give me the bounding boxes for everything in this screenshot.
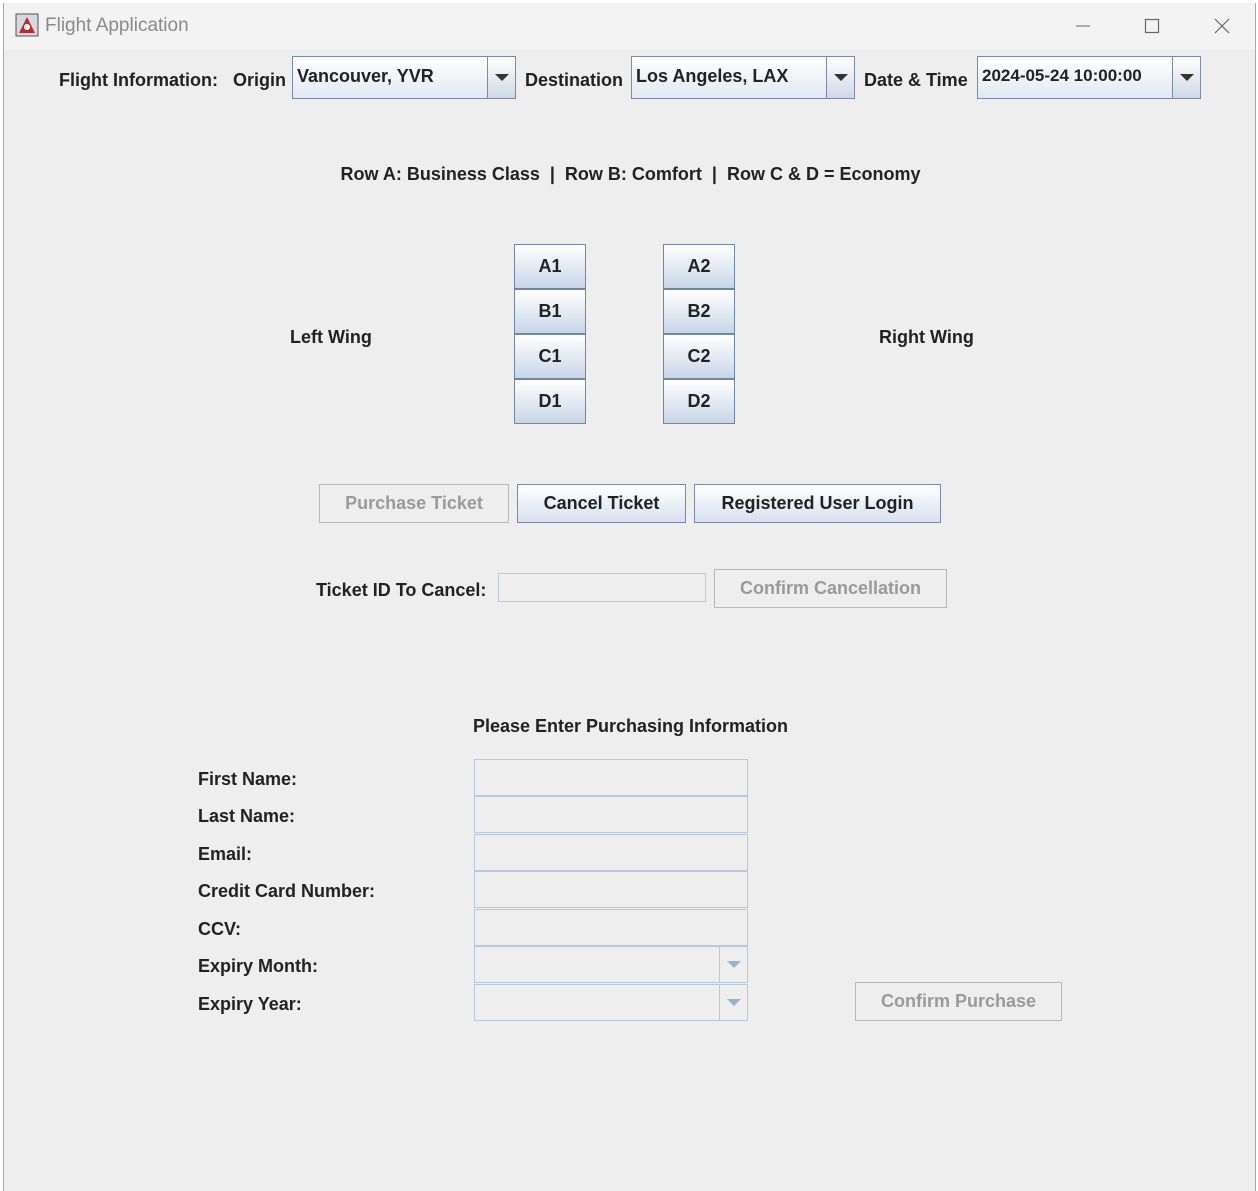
seat-c2-button[interactable]: C2 xyxy=(663,334,735,379)
purchase-form-heading: Please Enter Purchasing Information xyxy=(472,716,789,736)
title-bar: Flight Application xyxy=(4,3,1255,49)
window-title: Flight Application xyxy=(45,15,189,36)
seat-c1-button[interactable]: C1 xyxy=(514,334,586,379)
seat-d2-button[interactable]: D2 xyxy=(663,379,735,424)
email-input[interactable] xyxy=(474,834,748,871)
chevron-down-icon[interactable] xyxy=(487,57,515,98)
ticket-id-label: Ticket ID To Cancel: xyxy=(316,580,487,600)
origin-value: Vancouver, YVR xyxy=(297,66,434,86)
chevron-down-icon[interactable] xyxy=(719,947,747,982)
registered-user-login-button[interactable]: Registered User Login xyxy=(694,484,941,523)
seat-d1-button[interactable]: D1 xyxy=(514,379,586,424)
chevron-down-icon[interactable] xyxy=(719,985,747,1020)
first-name-input[interactable] xyxy=(474,759,748,796)
purchase-ticket-button[interactable]: Purchase Ticket xyxy=(319,484,509,523)
expiry-year-label: Expiry Year: xyxy=(198,994,302,1014)
email-label: Email: xyxy=(198,844,253,864)
chevron-down-icon[interactable] xyxy=(1172,57,1200,98)
expiry-month-select[interactable] xyxy=(474,946,748,983)
seat-a2-button[interactable]: A2 xyxy=(663,244,735,289)
ccv-input[interactable] xyxy=(474,909,748,946)
seat-b2-button[interactable]: B2 xyxy=(663,289,735,334)
datetime-value: 2024-05-24 10:00:00 xyxy=(982,66,1142,85)
datetime-select[interactable]: 2024-05-24 10:00:00 xyxy=(977,56,1201,99)
first-name-label: First Name: xyxy=(198,769,298,789)
last-name-input[interactable] xyxy=(474,796,748,833)
origin-label: Origin xyxy=(233,70,286,90)
expiry-month-label: Expiry Month: xyxy=(198,956,318,976)
seat-a1-button[interactable]: A1 xyxy=(514,244,586,289)
left-wing-label: Left Wing xyxy=(290,327,372,347)
destination-select[interactable]: Los Angeles, LAX xyxy=(631,56,855,99)
right-wing-label: Right Wing xyxy=(879,327,974,347)
app-icon xyxy=(15,13,39,37)
close-icon[interactable] xyxy=(1199,3,1245,49)
card-number-label: Credit Card Number: xyxy=(198,881,376,901)
confirm-cancellation-button[interactable]: Confirm Cancellation xyxy=(714,569,947,608)
seat-class-legend: Row A: Business Class | Row B: Comfort |… xyxy=(340,164,921,184)
destination-label: Destination xyxy=(525,70,624,90)
seat-b1-button[interactable]: B1 xyxy=(514,289,586,334)
datetime-label: Date & Time xyxy=(864,70,968,90)
expiry-year-select[interactable] xyxy=(474,984,748,1021)
last-name-label: Last Name: xyxy=(198,806,296,826)
cancel-ticket-button[interactable]: Cancel Ticket xyxy=(517,484,686,523)
card-number-input[interactable] xyxy=(474,871,748,908)
chevron-down-icon[interactable] xyxy=(826,57,854,98)
flight-info-label: Flight Information: xyxy=(59,70,218,90)
minimize-icon[interactable] xyxy=(1060,3,1106,49)
ccv-label: CCV: xyxy=(198,919,242,939)
ticket-id-input[interactable] xyxy=(498,573,706,602)
confirm-purchase-button[interactable]: Confirm Purchase xyxy=(855,982,1062,1021)
maximize-icon[interactable] xyxy=(1129,3,1175,49)
origin-select[interactable]: Vancouver, YVR xyxy=(292,56,516,99)
app-window: Flight Application Flight Information: O… xyxy=(3,3,1256,1191)
destination-value: Los Angeles, LAX xyxy=(636,66,789,86)
